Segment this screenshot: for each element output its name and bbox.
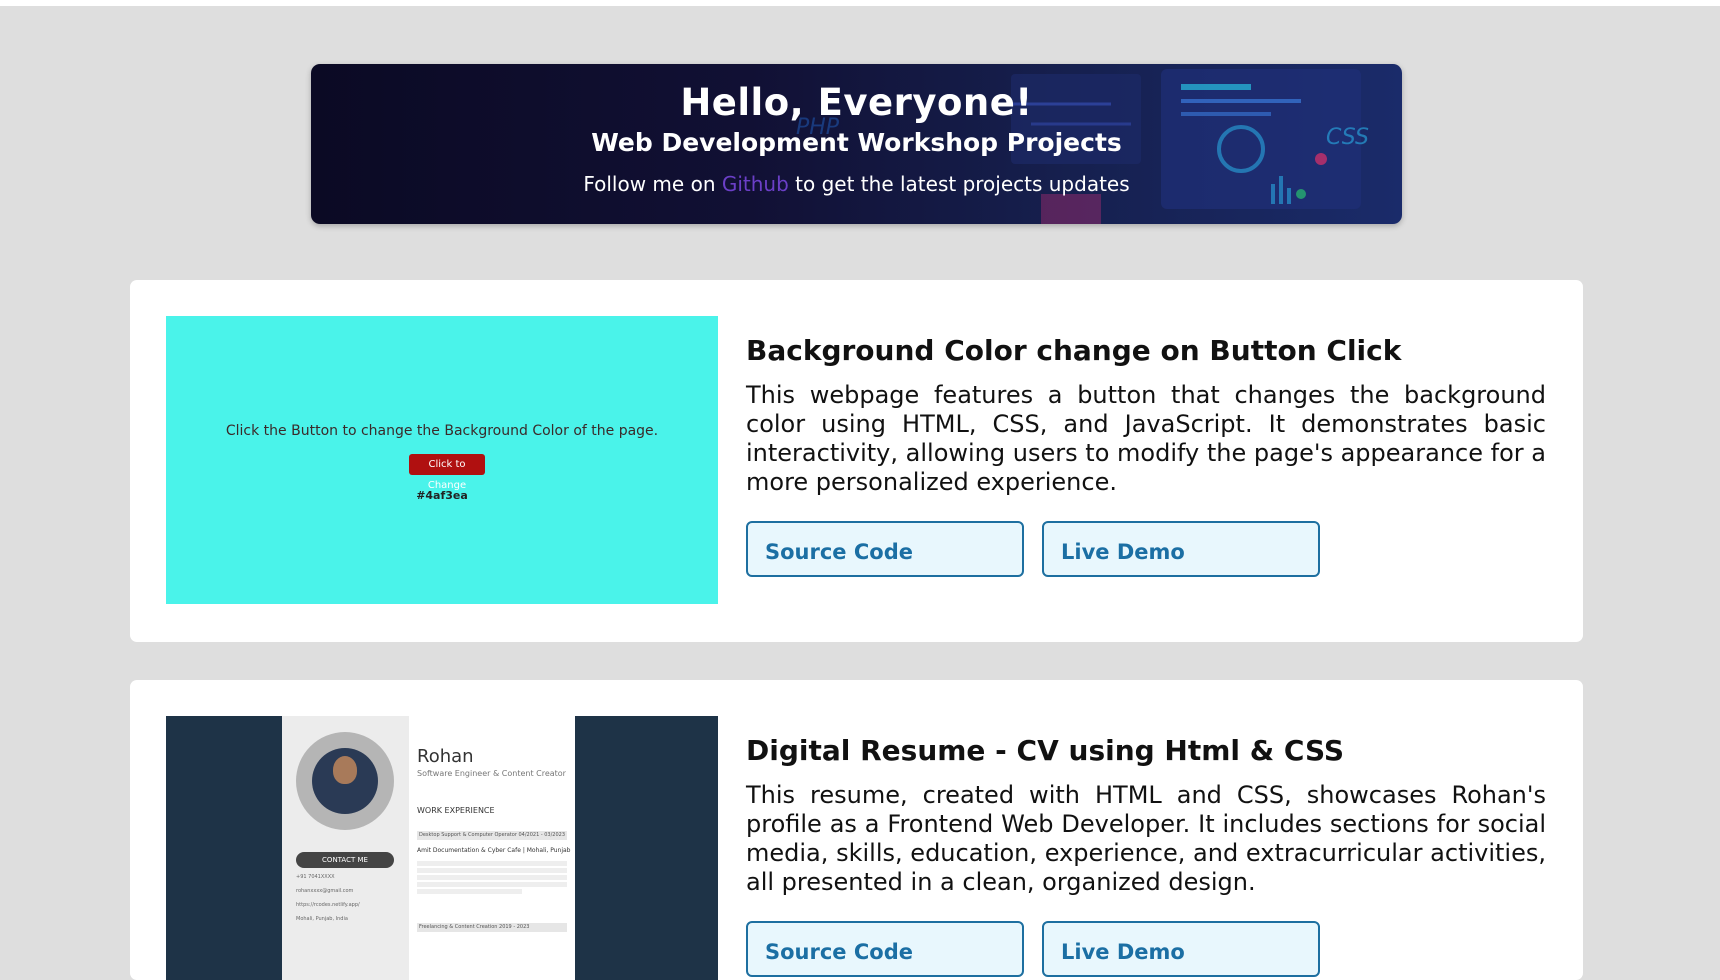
contact-email: rohanxxxx@gmail.com xyxy=(296,888,354,894)
workshop-title: Web Development Workshop Projects xyxy=(591,128,1122,157)
live-demo-button[interactable]: Live Demo xyxy=(1042,521,1320,577)
resume-main: Rohan Software Engineer & Content Creato… xyxy=(409,716,575,980)
github-link[interactable]: Github xyxy=(722,172,789,196)
preview-message: Click the Button to change the Backgroun… xyxy=(225,423,659,439)
project-card: Click the Button to change the Backgroun… xyxy=(130,280,1583,642)
job-bar: Freelancing & Content Creation 2019 - 20… xyxy=(417,923,567,932)
project-card: CONTACT ME +91 7041XXXX rohanxxxx@gmail.… xyxy=(130,680,1583,980)
follow-text: Follow me on Github to get the latest pr… xyxy=(311,172,1402,196)
project-thumbnail: Click the Button to change the Backgroun… xyxy=(166,316,718,604)
avatar xyxy=(296,732,394,830)
color-changer-preview: Click the Button to change the Backgroun… xyxy=(166,316,718,604)
project-title: Background Color change on Button Click xyxy=(746,334,1402,367)
source-code-button[interactable]: Source Code xyxy=(746,921,1024,977)
project-info: Background Color change on Button Click … xyxy=(746,334,1546,497)
resume-name: Rohan xyxy=(417,746,474,767)
contact-location: Mohali, Punjab, India xyxy=(296,916,348,922)
top-strip xyxy=(0,0,1720,6)
project-thumbnail: CONTACT ME +91 7041XXXX rohanxxxx@gmail.… xyxy=(166,716,718,980)
preview-change-button: Click to Change xyxy=(409,454,485,491)
resume-preview: CONTACT ME +91 7041XXXX rohanxxxx@gmail.… xyxy=(166,716,718,980)
contact-phone: +91 7041XXXX xyxy=(296,874,335,880)
resume-sidebar: CONTACT ME +91 7041XXXX rohanxxxx@gmail.… xyxy=(282,716,409,980)
live-demo-button[interactable]: Live Demo xyxy=(1042,921,1320,977)
contact-me-label: CONTACT ME xyxy=(296,852,394,868)
preview-hex-value: #4af3ea xyxy=(416,489,468,502)
job-bar: Desktop Support & Computer Operator 04/2… xyxy=(417,831,567,840)
follow-suffix: to get the latest projects updates xyxy=(788,172,1130,196)
project-description: This resume, created with HTML and CSS, … xyxy=(746,781,1546,896)
contact-website: https://rcodes.netlify.app/ xyxy=(296,902,360,908)
source-code-button[interactable]: Source Code xyxy=(746,521,1024,577)
header-banner: CSS PHP Hello, Everyone! Web Development… xyxy=(311,64,1402,224)
project-info: Digital Resume - CV using Html & CSS Thi… xyxy=(746,734,1546,897)
job-details xyxy=(417,861,567,896)
project-title: Digital Resume - CV using Html & CSS xyxy=(746,734,1345,767)
project-description: This webpage features a button that chan… xyxy=(746,381,1546,496)
resume-subtitle: Software Engineer & Content Creator xyxy=(417,769,566,778)
work-experience-heading: WORK EXPERIENCE xyxy=(417,806,495,815)
greeting-heading: Hello, Everyone! xyxy=(680,81,1033,124)
company-line: Amit Documentation & Cyber Cafe | Mohali… xyxy=(417,847,571,854)
follow-prefix: Follow me on xyxy=(583,172,722,196)
